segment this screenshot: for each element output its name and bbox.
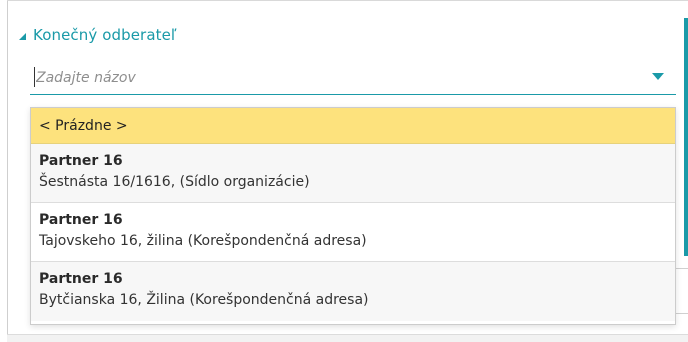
- section-title: Konečný odberateľ: [33, 26, 177, 44]
- background-field-edge: [674, 268, 688, 314]
- panel-top-border: [7, 0, 688, 1]
- option-partner-name: Partner 16: [39, 212, 123, 228]
- page: Konečný odberateľ < Prázdne > Partner 16…: [0, 0, 688, 342]
- option-partner-address: Šestnásta 16/1616, (Sídlo organizácie): [39, 174, 310, 190]
- panel-left-border: [7, 0, 8, 342]
- end-customer-dropdown-list: < Prázdne > Partner 16 Šestnásta 16/1616…: [30, 107, 676, 325]
- option-partner-address: Tajovskeho 16, žilina (Korešpondenčná ad…: [39, 233, 367, 249]
- dropdown-option-partner[interactable]: Partner 16 Bytčianska 16, Žilina (Korešp…: [31, 262, 675, 321]
- dropdown-option-empty[interactable]: < Prázdne >: [31, 108, 675, 144]
- text-caret: [34, 67, 35, 87]
- dropdown-option-partner[interactable]: Partner 16 Šestnásta 16/1616, (Sídlo org…: [31, 144, 675, 203]
- end-customer-search-input[interactable]: [36, 64, 636, 92]
- end-customer-combobox[interactable]: [30, 62, 676, 95]
- option-partner-name: Partner 16: [39, 153, 123, 169]
- dropdown-option-empty-label: < Prázdne >: [39, 117, 128, 134]
- option-partner-name: Partner 16: [39, 271, 123, 287]
- section-header-konecny-odberatel[interactable]: Konečný odberateľ: [19, 24, 177, 46]
- option-partner-address: Bytčianska 16, Žilina (Korešpondenčná ad…: [39, 292, 369, 308]
- triangle-collapse-icon[interactable]: [19, 32, 26, 40]
- section-accent-bar: [684, 18, 688, 256]
- chevron-down-icon[interactable]: [652, 73, 664, 80]
- panel-bottom-strip: [7, 334, 688, 342]
- dropdown-option-partner[interactable]: Partner 16 Tajovskeho 16, žilina (Korešp…: [31, 203, 675, 262]
